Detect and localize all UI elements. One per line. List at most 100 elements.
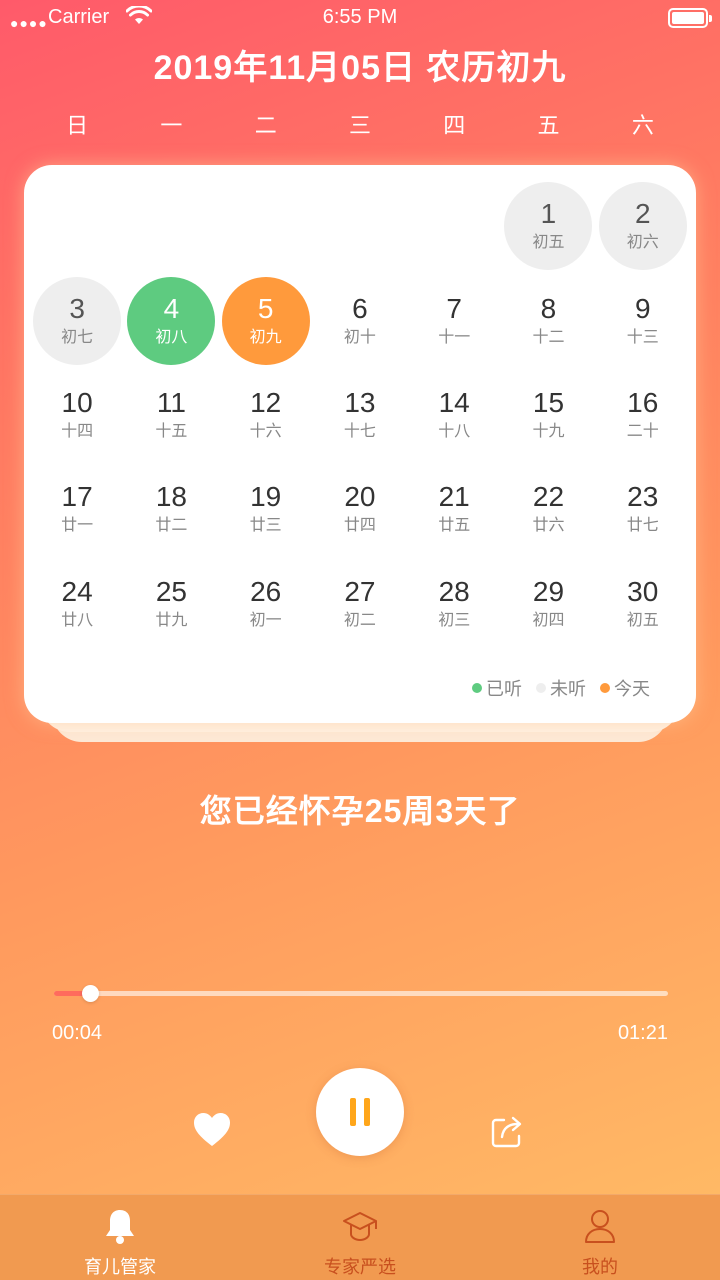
day-number: 6 [352,292,368,324]
lunar-date: 二十 [626,422,659,440]
calendar-day[interactable]: 6 初十 [313,273,407,367]
calendar-day[interactable]: 25 廿九 [124,557,218,651]
calendar-card: 1 初五 2 初六 3 初七 4 初八 5 初九 6 初十 7 十一 8 十二 9 十三 10 十四 11 十五 12 十六 1… [24,165,696,723]
lunar-date: 初五 [626,611,659,629]
date-title: 2019年11月05日 农历初九 [153,49,567,87]
calendar-day[interactable]: 2 初六 [596,179,690,273]
calendar-day[interactable]: 27 初二 [313,557,407,651]
calendar-day[interactable]: 9 十三 [596,273,690,367]
pause-icon [350,1098,356,1126]
calendar-day[interactable]: 30 初五 [596,557,690,651]
calendar-blank-cell [219,179,313,273]
lunar-date: 初十 [343,328,376,346]
calendar-day[interactable]: 17 廿一 [30,462,124,556]
status-bar: ●●●● Carrier 6:55 PM [0,0,720,36]
lunar-date: 十五 [155,422,188,440]
calendar-day[interactable]: 7 十一 [407,273,501,367]
calendar-day[interactable]: 26 初一 [219,557,313,651]
legend-today: 今天 [600,675,650,701]
calendar-day[interactable]: 23 廿七 [596,462,690,556]
day-number: 17 [61,481,93,513]
calendar-day[interactable]: 3 初七 [30,273,124,367]
legend-dot [472,683,482,693]
tab-label: 育儿管家 [84,1257,156,1277]
bell-icon [106,1210,134,1244]
lunar-date: 初九 [249,328,282,346]
legend-unheard: 未听 [536,675,586,701]
day-number: 5 [257,292,274,324]
day-number: 9 [634,292,651,324]
lunar-date: 十八 [438,422,471,440]
calendar-day[interactable]: 22 廿六 [501,462,595,556]
calendar-legend: 已听 未听 今天 [472,675,650,701]
day-number: 26 [250,575,282,607]
lunar-date: 初五 [532,234,565,252]
weekday-label: 日 [66,113,89,138]
day-number: 11 [156,386,186,418]
day-number: 2 [634,198,651,230]
lunar-date: 初八 [155,328,188,346]
share-icon[interactable] [490,1112,526,1148]
calendar-day[interactable]: 8 十二 [501,273,595,367]
weekday-label: 五 [537,113,560,138]
calendar-day[interactable]: 11 十五 [124,368,218,462]
day-number: 12 [250,386,282,418]
calendar-grid: 1 初五 2 初六 3 初七 4 初八 5 初九 6 初十 7 十一 8 十二 9 十三 10 十四 11 十五 12 十六 1… [30,179,690,651]
calendar-day[interactable]: 29 初四 [501,557,595,651]
lunar-date: 初七 [61,328,94,346]
lunar-date: 十四 [61,422,94,440]
weekday-header: 日 一 二 三 四 五 六 [30,108,690,140]
calendar-blank-cell [124,179,218,273]
calendar-day[interactable]: 19 廿三 [219,462,313,556]
lunar-date: 十七 [343,422,376,440]
day-number: 1 [540,198,557,230]
day-number: 22 [532,481,565,513]
legend-dot [600,683,610,693]
calendar-day[interactable]: 13 十七 [313,368,407,462]
lunar-date: 廿五 [438,517,471,535]
legend-dot [536,683,546,693]
total-time: 01:21 [617,1022,668,1044]
day-number: 30 [627,575,659,607]
lunar-date: 初四 [532,611,565,629]
day-number: 7 [446,292,462,324]
tab-profile[interactable]: 我的 [480,1195,720,1280]
lunar-date: 廿四 [343,517,376,535]
calendar-day[interactable]: 16 二十 [596,368,690,462]
progress-thumb[interactable] [81,985,99,1002]
day-number: 16 [627,386,659,418]
battery-icon [668,8,712,28]
calendar-blank-cell [407,179,501,273]
day-number: 23 [627,481,659,513]
calendar-day[interactable]: 21 廿五 [407,462,501,556]
calendar-day[interactable]: 20 廿四 [313,462,407,556]
heart-icon[interactable] [193,1112,231,1148]
calendar-day[interactable]: 1 初五 [501,179,595,273]
calendar-day[interactable]: 10 十四 [30,368,124,462]
calendar-day[interactable]: 14 十八 [407,368,501,462]
lunar-date: 十一 [438,328,471,346]
weekday-label: 四 [443,113,466,138]
lunar-date: 初二 [343,611,376,629]
day-number: 27 [344,575,376,607]
calendar-day[interactable]: 5 初九 [219,273,313,367]
lunar-date: 廿一 [61,517,94,535]
day-number: 18 [155,481,187,513]
lunar-date: 十六 [249,422,282,440]
calendar-day[interactable]: 18 廿二 [124,462,218,556]
calendar-day[interactable]: 28 初三 [407,557,501,651]
calendar-day[interactable]: 24 廿八 [30,557,124,651]
calendar-day[interactable]: 15 十九 [501,368,595,462]
tab-parenting[interactable]: 育儿管家 [0,1195,240,1280]
calendar-day[interactable]: 12 十六 [219,368,313,462]
calendar-day[interactable]: 4 初八 [124,273,218,367]
weekday-label: 六 [631,113,654,138]
progress-slider[interactable] [54,985,668,1002]
day-number: 4 [163,292,180,324]
lunar-date: 十二 [532,328,565,346]
pause-button[interactable] [316,1068,404,1156]
tab-experts[interactable]: 专家严选 [240,1195,480,1280]
lunar-date: 廿七 [626,517,659,535]
weekday-label: 二 [254,113,277,138]
graduation-cap-icon [343,1212,377,1242]
